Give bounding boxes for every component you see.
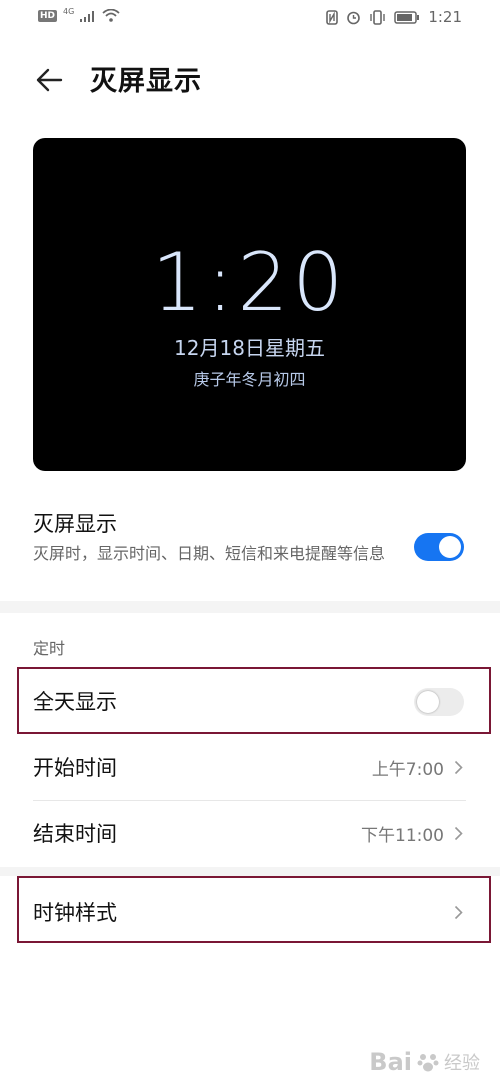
chevron-right-icon [454,826,463,841]
watermark: Bai 经验 [369,1048,480,1076]
clock-style-row[interactable]: 时钟样式 [0,880,500,946]
preview-date: 12月18日星期五 [174,336,325,360]
aod-setting-card: 灭屏显示 灭屏时，显示时间、日期、短信和来电提醒等信息 [0,498,500,601]
chevron-right-icon [454,905,463,920]
watermark-suffix: 经验 [444,1053,480,1074]
alarm-icon [347,11,361,24]
all-day-row[interactable]: 全天显示 [0,669,500,735]
aod-toggle[interactable] [414,533,464,561]
status-right: 1:21 [326,8,462,26]
clock-style-label: 时钟样式 [33,901,117,925]
nfc-icon [326,9,339,25]
end-time-row[interactable]: 结束时间 下午11:00 [0,801,500,867]
all-day-toggle-knob [417,691,439,713]
aod-preview: 1:20 12月18日星期五 庚子年冬月初四 [33,138,466,471]
watermark-brand: Bai [369,1048,412,1076]
all-day-label: 全天显示 [33,690,117,714]
timer-card: 定时 全天显示 开始时间 上午7:00 结束时间 下午11:00 [0,613,500,867]
page-title: 灭屏显示 [90,66,202,97]
battery-icon [394,10,420,24]
status-time: 1:21 [428,8,462,26]
status-left: HD 4G [38,7,120,22]
preview-clock: 1:20 [151,236,348,329]
hd-badge: HD [38,9,58,22]
vibrate-icon [370,9,386,25]
back-arrow-icon[interactable] [34,65,64,95]
end-time-value: 下午11:00 [361,826,444,846]
status-bar: HD 4G 1:21 [0,0,500,38]
aod-toggle-knob [439,536,461,558]
start-time-value: 上午7:00 [371,760,444,780]
preview-lunar-date: 庚子年冬月初四 [193,370,306,389]
start-time-row[interactable]: 开始时间 上午7:00 [0,735,500,801]
signal-icon [80,10,95,22]
preview-section: 1:20 12月18日星期五 庚子年冬月初四 [0,126,500,498]
timer-section-label: 定时 [33,639,66,658]
all-day-toggle[interactable] [414,688,464,716]
start-time-label: 开始时间 [33,756,117,780]
aod-setting-title: 灭屏显示 [33,512,117,536]
header: 灭屏显示 [0,38,500,126]
network-type: 4G [63,7,75,16]
end-time-label: 结束时间 [33,822,117,846]
aod-setting-description: 灭屏时，显示时间、日期、短信和来电提醒等信息 [33,544,386,563]
wifi-icon [102,9,120,22]
paw-icon [417,1054,439,1072]
chevron-right-icon [454,760,463,775]
